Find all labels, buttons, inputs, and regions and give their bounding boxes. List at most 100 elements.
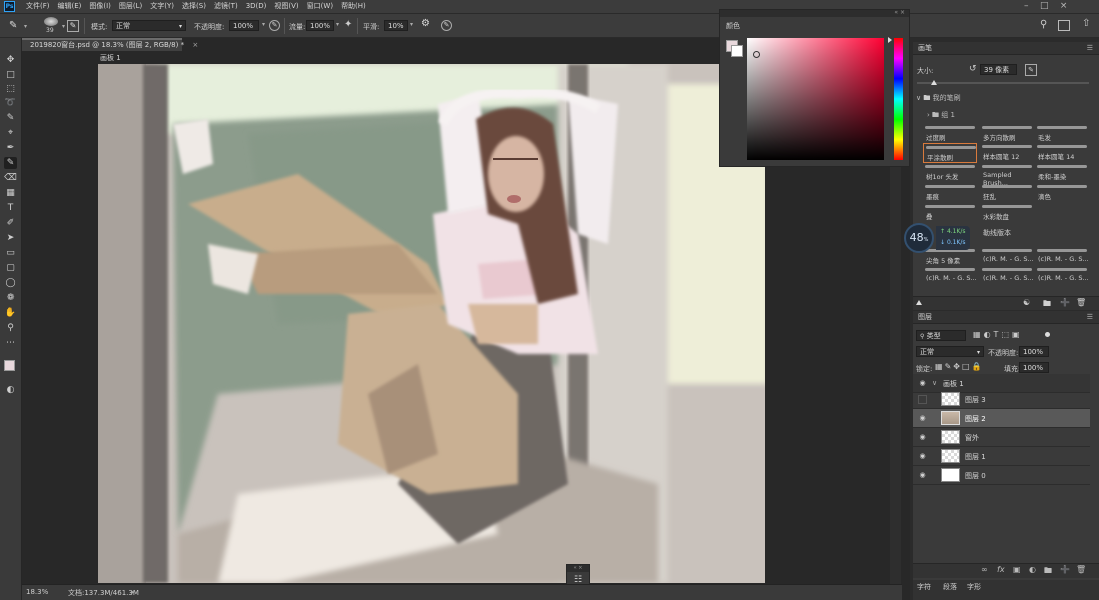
folder-row[interactable]: ∨ 🖿 我的笔刷 (916, 93, 961, 105)
minimize-icon[interactable]: – (1024, 1, 1029, 11)
cpu-usage-widget[interactable]: 48% (904, 223, 934, 253)
crop-tool-icon[interactable]: ⌖ (4, 127, 17, 139)
brush-picker-chevron-icon[interactable]: ▾ (62, 23, 65, 30)
airbrush-icon[interactable]: ✦ (344, 19, 352, 30)
status-arrow-icon[interactable]: ▸ (131, 588, 135, 596)
rounded-rect-tool-icon[interactable]: ▢ (4, 262, 17, 274)
layer-mask-icon[interactable]: ▣ (1013, 565, 1021, 574)
visibility-eye-icon[interactable]: ◉ (918, 452, 927, 461)
brush-preset[interactable]: 柔和-墨染 (1035, 163, 1089, 183)
move-tool-icon[interactable]: ✥ (4, 54, 17, 66)
menu-file[interactable]: 文件(F) (22, 0, 54, 13)
group-row[interactable]: › 🖿 组 1 (927, 110, 955, 122)
blend-mode-select[interactable]: 正常 ▾ (916, 346, 984, 357)
brush-preset[interactable]: 墨痕 (923, 183, 977, 203)
eraser-tool-icon[interactable]: ⌫ (4, 172, 17, 184)
close-icon[interactable]: × (1060, 1, 1068, 11)
visibility-eye-icon[interactable]: ◉ (918, 433, 927, 442)
pen-tool-icon[interactable]: ✐ (4, 217, 17, 229)
adjustment-layer-icon[interactable]: ◐ (1029, 565, 1036, 574)
layer-row[interactable]: 图层 3 (913, 390, 1090, 409)
brush-preset[interactable]: 过度刷 (923, 124, 977, 144)
preview-size-slider-icon[interactable] (916, 300, 922, 305)
new-brush-preset-icon[interactable]: ✎ (1025, 64, 1037, 76)
size-slider-handle-icon[interactable] (931, 80, 937, 85)
layer-filter-select[interactable]: ⚲ 类型 (916, 330, 966, 341)
brush-preset[interactable]: 毛发 (1035, 124, 1089, 144)
type-tool-icon[interactable]: T (4, 202, 17, 214)
menu-edit[interactable]: 编辑(E) (54, 0, 86, 13)
hue-slider-handle-icon[interactable] (888, 37, 892, 43)
pressure-size-icon[interactable]: ✎ (441, 20, 452, 31)
gear-icon[interactable]: ⚙ (421, 18, 430, 29)
lock-paint-icon[interactable]: ✎ (945, 362, 954, 371)
zoom-tool-icon[interactable]: ⚲ (4, 322, 17, 334)
zoom-level[interactable]: 18.3% (26, 588, 48, 596)
link-layers-icon[interactable]: ∞ (981, 565, 988, 574)
menu-image[interactable]: 图像(I) (85, 0, 115, 13)
brush-preset[interactable]: 狂乱 (980, 183, 1034, 203)
smart-filter-icon[interactable]: ▣ (1012, 330, 1023, 339)
size-slider-track[interactable] (917, 82, 1089, 84)
background-swatch[interactable] (731, 45, 743, 57)
visibility-off-box[interactable] (918, 395, 927, 404)
brush-preset[interactable]: (c)R. M. - G. S... (980, 266, 1034, 286)
layer-row[interactable]: ◉ 窗外 (913, 428, 1090, 447)
menu-type[interactable]: 文字(Y) (146, 0, 178, 13)
brush-preset[interactable]: 尖角 5 像素 (923, 247, 977, 267)
layer-row[interactable]: ◉ 图层 0 (913, 466, 1090, 485)
reset-size-icon[interactable]: ↺ (969, 64, 977, 74)
new-group-icon[interactable]: 🖿 (1044, 565, 1052, 579)
layer-row[interactable]: ◉ 图层 1 (913, 447, 1090, 466)
color-panel-grip[interactable]: « × (720, 9, 909, 17)
lock-all-icon[interactable]: 🔒 (972, 362, 984, 371)
ellipse-tool-icon[interactable]: ◯ (4, 277, 17, 289)
artboard-painting[interactable] (98, 64, 765, 583)
custom-shape-tool-icon[interactable]: ❁ (4, 292, 17, 304)
marquee-tool-icon[interactable]: ⬚ (4, 83, 17, 95)
artboard-tool-icon[interactable]: □ (4, 69, 17, 81)
rectangle-tool-icon[interactable]: ▭ (4, 247, 17, 259)
lock-artboard-icon[interactable]: □ (962, 362, 972, 371)
brush-preview-icon[interactable] (44, 17, 58, 26)
smooth-field[interactable]: 10% (384, 20, 408, 31)
mode-select[interactable]: 正常 ▾ (112, 20, 186, 31)
brush-tool-icon[interactable]: ✎ (4, 157, 17, 169)
tab-character[interactable]: 字符 (917, 582, 931, 592)
new-group-icon[interactable]: 🖿 (1043, 298, 1051, 312)
brush-preset[interactable]: (c)R. M. - G. S... (1035, 247, 1089, 267)
hue-slider[interactable] (894, 38, 903, 160)
gradient-tool-icon[interactable]: ▦ (4, 187, 17, 199)
color-picker-cursor[interactable] (753, 51, 760, 58)
pressure-opacity-icon[interactable]: ✎ (269, 20, 280, 31)
tab-paragraph[interactable]: 段落 (943, 582, 957, 592)
flow-chevron-icon[interactable]: ▾ (336, 21, 339, 28)
brush-preset[interactable]: 叠 (923, 203, 977, 223)
pixel-filter-icon[interactable]: ▦ (973, 330, 984, 339)
collapse-arrow-icon[interactable]: ∨ (932, 379, 937, 387)
panel-grip[interactable]: « × (567, 565, 589, 572)
opacity-field[interactable]: 100% (229, 20, 259, 31)
eyedropper-tool-icon[interactable]: ✒ (4, 142, 17, 154)
brush-preset[interactable]: 样本圆笔 12 (980, 143, 1034, 163)
filter-icons[interactable]: ▦◐T⬚▣ (973, 330, 1023, 339)
brush-settings-icon[interactable]: ☯ (1023, 298, 1030, 307)
document-tab[interactable]: 2019820窗台.psd @ 18.3% (图层 2, RGB/8) * × (22, 38, 198, 51)
lasso-tool-icon[interactable]: ➰ (4, 97, 17, 109)
smooth-chevron-icon[interactable]: ▾ (410, 21, 413, 28)
opacity-chevron-icon[interactable]: ▾ (262, 21, 265, 28)
search-icon[interactable]: ⚲ (1040, 19, 1047, 30)
brush-preset[interactable]: 滴色 (1035, 183, 1089, 203)
delete-brush-icon[interactable]: 🗑 (1076, 298, 1086, 307)
adjustment-filter-icon[interactable]: ◐ (984, 330, 994, 339)
lock-transparent-icon[interactable]: ▦ (935, 362, 945, 371)
brush-size-field[interactable]: 39 像素 (980, 64, 1017, 75)
brush-preset[interactable]: (c)R. M. - G. S... (923, 266, 977, 286)
menu-select[interactable]: 选择(S) (178, 0, 210, 13)
tab-close-icon[interactable]: × (192, 41, 198, 49)
new-layer-icon[interactable]: ➕ (1060, 565, 1070, 574)
saturation-brightness-field[interactable] (747, 38, 884, 160)
maximize-icon[interactable]: □ (1040, 1, 1049, 11)
brush-preset[interactable]: 样本圆笔 14 (1035, 143, 1089, 163)
brush-preset[interactable]: 水彩散盘 (980, 203, 1034, 223)
